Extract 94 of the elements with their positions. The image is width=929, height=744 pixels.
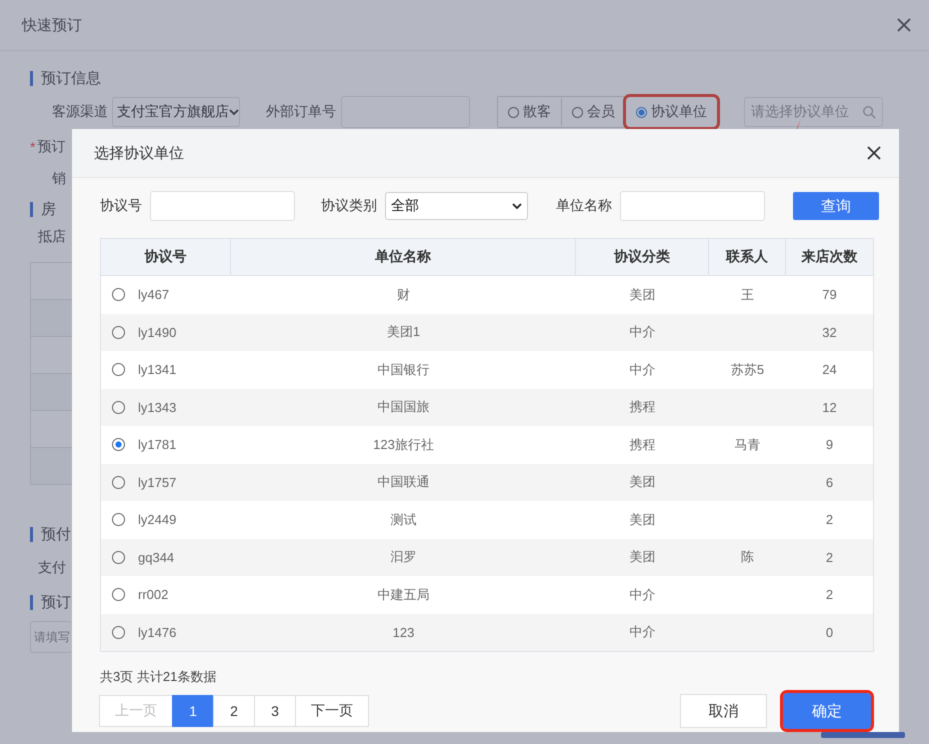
row-radio[interactable] bbox=[112, 326, 125, 339]
table-cell: 中国国旅 bbox=[378, 398, 430, 416]
confirm-button[interactable]: 确定 bbox=[783, 693, 871, 729]
table-cell: 中介 bbox=[630, 586, 656, 604]
filter-label: 协议类别 bbox=[321, 197, 377, 215]
row-radio[interactable] bbox=[112, 438, 125, 452]
table-cell: 美团1 bbox=[386, 323, 420, 342]
page-button[interactable]: 2 bbox=[213, 695, 255, 727]
modal-title: 选择协议单位 bbox=[94, 144, 184, 162]
table-cell: 美团 bbox=[630, 510, 656, 529]
field-label: 销 bbox=[52, 170, 66, 188]
guest-type-radio[interactable]: 会员 bbox=[562, 98, 626, 126]
row-radio[interactable] bbox=[112, 363, 125, 376]
table-cell: 32 bbox=[822, 324, 837, 340]
field-label: 预订 bbox=[37, 138, 66, 156]
table-cell: ly1757 bbox=[138, 474, 176, 490]
search-button[interactable]: 查询 bbox=[793, 192, 879, 220]
column-header: 来店次数 bbox=[800, 247, 858, 266]
table-cell: 携程 bbox=[630, 436, 656, 454]
channel-select[interactable]: 支付宝官方旗舰店 bbox=[112, 97, 240, 127]
section-title: 预付 bbox=[41, 524, 71, 544]
table-cell: 123 bbox=[392, 624, 414, 640]
name-input[interactable] bbox=[620, 191, 765, 221]
page-button[interactable]: 3 bbox=[254, 695, 296, 727]
row-radio[interactable] bbox=[112, 476, 125, 489]
section-title: 房 bbox=[41, 200, 56, 218]
dialog-title: 快速预订 bbox=[22, 16, 82, 34]
row-radio[interactable] bbox=[112, 513, 125, 526]
table-cell: ly1341 bbox=[138, 362, 176, 378]
table-cell: 中建五局 bbox=[378, 586, 430, 604]
section-title: 预订信息 bbox=[41, 68, 101, 88]
table-cell: ly1781 bbox=[138, 437, 176, 452]
caret-icon bbox=[512, 203, 522, 209]
row-radio[interactable] bbox=[112, 588, 125, 602]
field-label: 抵店 bbox=[38, 228, 66, 244]
table-cell: 汩罗 bbox=[390, 548, 416, 566]
row-radio[interactable] bbox=[112, 550, 125, 564]
table-cell: 苏苏5 bbox=[730, 360, 764, 379]
column-header: 联系人 bbox=[709, 239, 786, 275]
guest-type-radio[interactable]: 协议单位 bbox=[626, 97, 717, 127]
table-cell: 王 bbox=[741, 286, 754, 304]
type-select[interactable]: 全部 bbox=[385, 192, 528, 220]
table-cell: 12 bbox=[822, 400, 837, 415]
table-cell: 测试 bbox=[390, 510, 416, 529]
table-cell: 中介 bbox=[630, 360, 656, 379]
close-icon[interactable] bbox=[867, 146, 881, 160]
code-input[interactable] bbox=[150, 191, 295, 221]
section-title: 预订 bbox=[41, 592, 71, 612]
table-cell: ly1490 bbox=[138, 324, 176, 340]
input-field[interactable] bbox=[341, 96, 470, 128]
table-cell: 2 bbox=[826, 512, 834, 528]
table-cell: 0 bbox=[826, 624, 834, 640]
table-cell: 中介 bbox=[630, 623, 656, 642]
page-button[interactable]: 1 bbox=[172, 695, 214, 727]
table-cell: ly467 bbox=[138, 287, 170, 302]
next-page-button[interactable]: 下一页 bbox=[295, 695, 369, 727]
caret-icon bbox=[229, 109, 239, 115]
filter-label: 单位名称 bbox=[556, 197, 612, 215]
table-cell: 携程 bbox=[630, 398, 656, 416]
table-cell: 2 bbox=[826, 587, 834, 602]
table-cell: 美团 bbox=[630, 473, 656, 492]
row-radio[interactable] bbox=[112, 400, 125, 414]
cancel-button[interactable]: 取消 bbox=[680, 694, 767, 728]
table-cell: 6 bbox=[826, 474, 834, 490]
column-header: 协议号 bbox=[101, 239, 231, 275]
required-mark: * bbox=[30, 139, 36, 155]
table-cell: ly1476 bbox=[138, 624, 176, 640]
table-cell: ly1343 bbox=[138, 400, 176, 415]
filter-label: 协议号 bbox=[100, 197, 142, 215]
table-cell: 9 bbox=[826, 437, 834, 452]
column-header: 单位名称 bbox=[231, 239, 576, 275]
guest-type-radio[interactable]: 散客 bbox=[498, 98, 562, 126]
table-cell: ly2449 bbox=[138, 512, 176, 528]
table-cell: 中介 bbox=[630, 323, 656, 342]
table-cell: 24 bbox=[822, 362, 837, 378]
table-cell: 中国联通 bbox=[378, 473, 430, 492]
field-label: 客源渠道 bbox=[52, 103, 109, 121]
page-summary: 共3页 共计21条数据 bbox=[100, 669, 216, 684]
table-cell: 陈 bbox=[741, 548, 754, 566]
row-radio[interactable] bbox=[112, 288, 125, 302]
field-label: 支付 bbox=[38, 559, 66, 575]
table-cell: 马青 bbox=[734, 436, 760, 454]
table-cell: 中国银行 bbox=[378, 360, 430, 379]
column-header: 协议分类 bbox=[576, 239, 709, 275]
table-cell: 美团 bbox=[630, 548, 656, 566]
field-label: 外部订单号 bbox=[266, 103, 337, 121]
table-cell: rr002 bbox=[138, 587, 168, 602]
table-cell: gq344 bbox=[138, 550, 174, 565]
row-radio[interactable] bbox=[112, 626, 125, 639]
table-cell: 79 bbox=[822, 287, 837, 302]
table-cell: 123旅行社 bbox=[373, 436, 434, 454]
table-cell: 2 bbox=[826, 550, 834, 565]
table-cell: 美团 bbox=[630, 286, 656, 304]
table-cell: 财 bbox=[397, 286, 410, 304]
